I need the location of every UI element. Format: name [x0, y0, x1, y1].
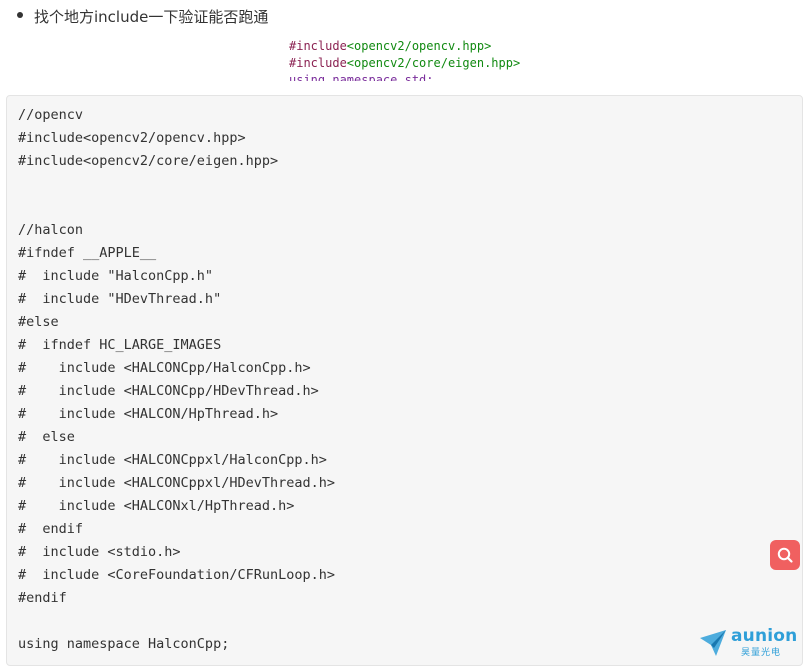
- search-icon: [777, 547, 793, 563]
- code-block: //opencv #include<opencv2/opencv.hpp> #inc…: [6, 95, 803, 666]
- code-line: //halcon: [18, 222, 84, 238]
- watermark-subtitle: 昊量光电: [741, 648, 782, 658]
- code-line: # include <HALCONxl/HpThread.h>: [18, 498, 295, 514]
- code-line: #endif: [18, 590, 67, 606]
- snippet-line-2: #include<opencv2/core/eigen.hpp>: [289, 56, 521, 70]
- watermark-logo: aunion 昊量光电: [698, 626, 802, 660]
- code-line: using namespace HalconCpp;: [18, 636, 230, 652]
- bullet-marker: [17, 12, 23, 18]
- snippet-line-1: #include<opencv2/opencv.hpp>: [289, 39, 492, 53]
- code-line: #ifndef __APPLE__: [18, 245, 157, 261]
- code-line: #else: [18, 314, 59, 330]
- code-line: # endif: [18, 521, 84, 537]
- code-screenshot-snippet: #include<opencv2/opencv.hpp> #include<op…: [287, 34, 587, 81]
- code-line: #include<opencv2/opencv.hpp>: [18, 130, 246, 146]
- paper-plane-logo-icon: [700, 630, 726, 656]
- code-line: # include <CoreFoundation/CFRunLoop.h>: [18, 567, 335, 583]
- code-line: # include <HALCONCppxl/HDevThread.h>: [18, 475, 335, 491]
- code-line: # include <HALCONCpp/HalconCpp.h>: [18, 360, 311, 376]
- code-line: # ifndef HC_LARGE_IMAGES: [18, 337, 222, 353]
- code-line: # include <stdio.h>: [18, 544, 181, 560]
- bullet-text: 找个地方include一下验证能否跑通: [34, 8, 269, 26]
- code-line: # include <HALCONCpp/HDevThread.h>: [18, 383, 319, 399]
- code-line: # include <HALCONCppxl/HalconCpp.h>: [18, 452, 327, 468]
- code-line: //opencv: [18, 107, 84, 123]
- code-content: //opencv #include<opencv2/opencv.hpp> #inc…: [18, 104, 335, 656]
- snippet-line-3: using namespace std;: [289, 73, 434, 81]
- watermark-brand: aunion: [731, 626, 798, 646]
- code-line: # include "HalconCpp.h": [18, 268, 214, 284]
- code-line: # include "HDevThread.h": [18, 291, 222, 307]
- code-line: #include<opencv2/core/eigen.hpp>: [18, 153, 279, 169]
- code-line: # include <HALCON/HpThread.h>: [18, 406, 279, 422]
- list-item: 找个地方include一下验证能否跑通: [0, 0, 807, 32]
- code-line: # else: [18, 429, 75, 445]
- search-button[interactable]: [770, 540, 800, 570]
